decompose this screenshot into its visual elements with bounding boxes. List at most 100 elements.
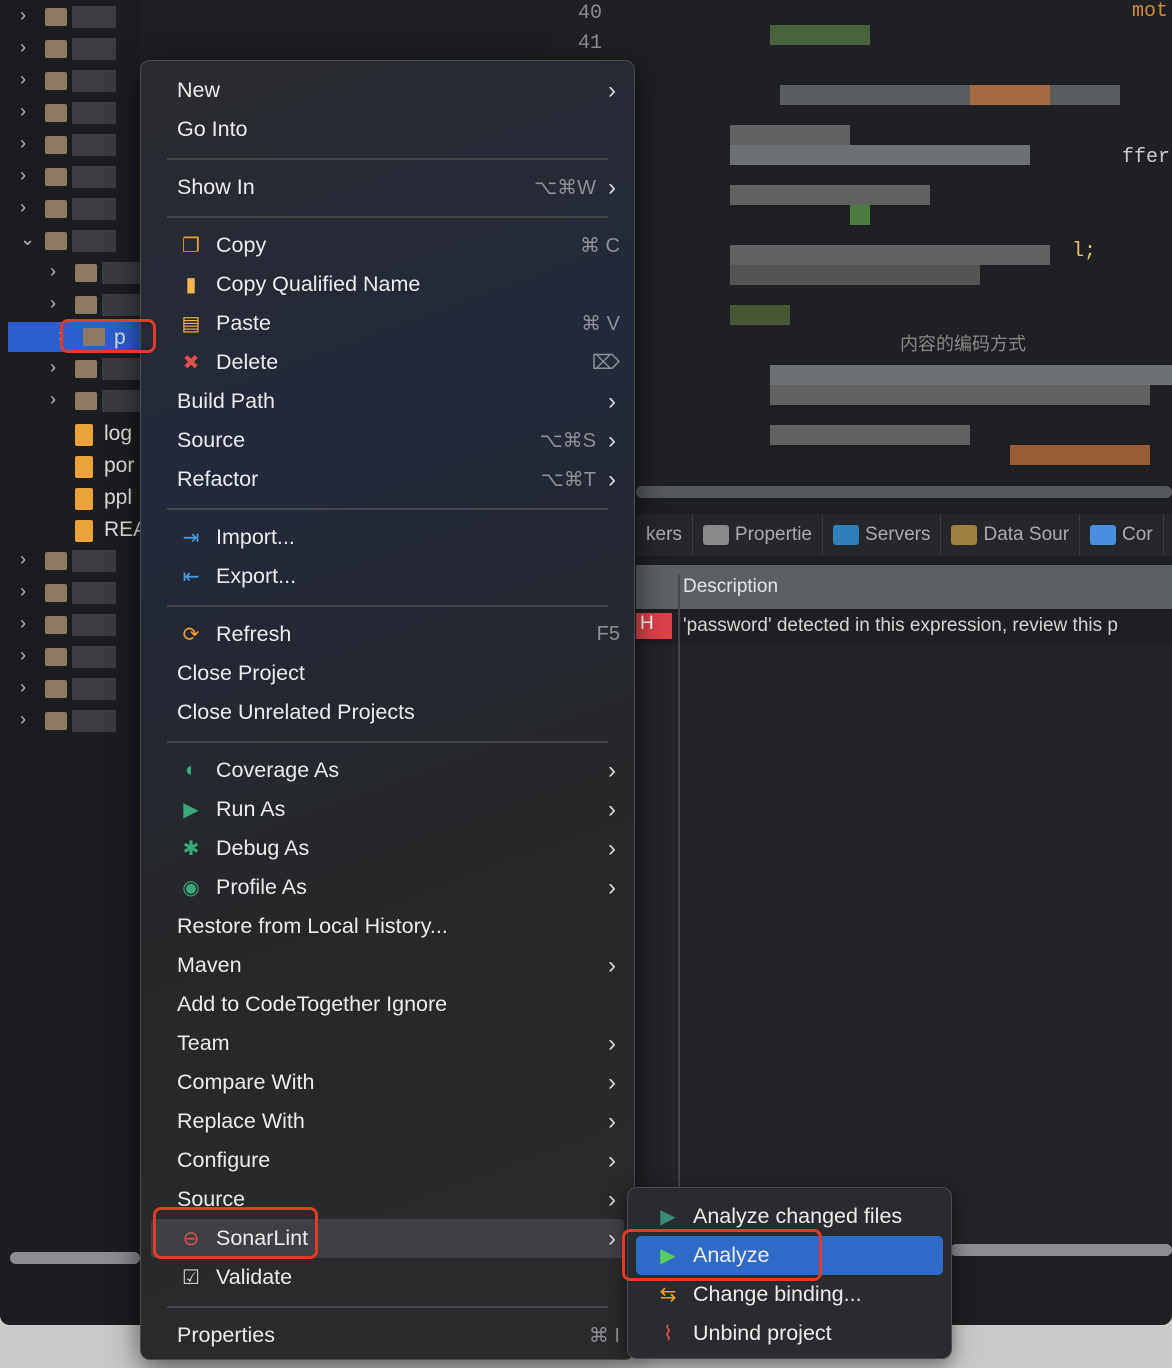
- menu-item-debug-as[interactable]: ✱ Debug As ›: [151, 829, 624, 868]
- menu-item-show-in[interactable]: Show In ⌥⌘W ›: [151, 168, 624, 207]
- menu-item-close-project[interactable]: Close Project: [151, 654, 624, 693]
- menu-item-new[interactable]: New ›: [151, 71, 624, 110]
- redacted-label: [72, 550, 116, 572]
- menu-item-coverage-as[interactable]: ◐ Coverage As ›: [151, 751, 624, 790]
- menu-item-profile-as[interactable]: ◉ Profile As ›: [151, 868, 624, 907]
- menu-item-copy-qualified-name[interactable]: ▮ Copy Qualified Name: [151, 265, 624, 304]
- menu-item-label: Delete: [216, 350, 279, 374]
- tree-item[interactable]: REA: [0, 514, 147, 544]
- tree-item[interactable]: por: [0, 450, 140, 480]
- delete-icon: ✖: [182, 352, 200, 374]
- menu-item-copy[interactable]: ❐ Copy ⌘ C: [151, 226, 624, 265]
- tree-item[interactable]: ›: [0, 130, 140, 160]
- redacted-code: [770, 425, 970, 445]
- tree-item[interactable]: ›: [0, 610, 140, 640]
- tab-properties[interactable]: Propertie: [693, 514, 824, 556]
- change-binding-icon: ⇆: [659, 1284, 677, 1306]
- tab-data-source[interactable]: Data Sour: [941, 514, 1081, 556]
- redacted-code: [1010, 445, 1150, 465]
- menu-item-unbind-project[interactable]: ⌇ Unbind project: [636, 1314, 943, 1353]
- tree-item[interactable]: ⌄: [0, 226, 140, 256]
- menu-item-delete[interactable]: ✖ Delete ⌦: [151, 343, 624, 382]
- menu-item-maven[interactable]: Maven ›: [151, 946, 624, 985]
- menu-item-properties[interactable]: Properties ⌘ I: [151, 1316, 624, 1355]
- tree-item[interactable]: ›: [0, 706, 140, 736]
- tab-servers[interactable]: Servers: [823, 514, 942, 556]
- chevron-right-icon[interactable]: ›: [20, 5, 26, 26]
- tree-item[interactable]: ›: [0, 386, 146, 416]
- tree-item[interactable]: ppl: [0, 482, 140, 512]
- shortcut-label: ⌥⌘T: [540, 469, 596, 491]
- menu-item-build-path[interactable]: Build Path ›: [151, 382, 624, 421]
- chevron-right-icon[interactable]: ›: [20, 37, 26, 58]
- menu-item-label: Build Path: [177, 389, 276, 413]
- menu-item-source[interactable]: Source ⌥⌘S ›: [151, 421, 624, 460]
- menu-item-team[interactable]: Team ›: [151, 1024, 624, 1063]
- chevron-right-icon[interactable]: ›: [50, 261, 56, 282]
- menu-item-paste[interactable]: ▤ Paste ⌘ V: [151, 304, 624, 343]
- chevron-right-icon[interactable]: ›: [50, 389, 56, 410]
- project-icon: [45, 232, 67, 250]
- chevron-right-icon[interactable]: ›: [20, 165, 26, 186]
- redacted-label: [72, 230, 116, 252]
- tree-item[interactable]: ›: [0, 674, 140, 704]
- menu-item-go-into[interactable]: Go Into: [151, 110, 624, 149]
- tree-item[interactable]: ›: [0, 642, 140, 672]
- chevron-right-icon[interactable]: ›: [20, 709, 26, 730]
- column-description[interactable]: Description: [683, 576, 778, 598]
- tree-item[interactable]: ›: [0, 354, 146, 384]
- editor-horizontal-scrollbar[interactable]: [636, 486, 1172, 498]
- tree-item[interactable]: ›: [0, 2, 140, 32]
- menu-item-replace-with[interactable]: Replace With ›: [151, 1102, 624, 1141]
- table-row[interactable]: H 'password' detected in this expression…: [636, 609, 1172, 645]
- project-icon: [75, 456, 93, 478]
- chevron-down-icon[interactable]: ⌄: [20, 229, 35, 250]
- redacted-code: [970, 85, 1050, 105]
- chevron-right-icon: ›: [608, 951, 616, 979]
- project-icon: [45, 168, 67, 186]
- menu-item-refactor[interactable]: Refactor ⌥⌘T ›: [151, 460, 624, 499]
- chevron-right-icon[interactable]: ›: [20, 581, 26, 602]
- menu-item-close-unrelated-projects[interactable]: Close Unrelated Projects: [151, 693, 624, 732]
- chevron-right-icon: ›: [608, 1029, 616, 1057]
- menu-item-import[interactable]: ⇥ Import...: [151, 518, 624, 557]
- menu-item-configure[interactable]: Configure ›: [151, 1141, 624, 1180]
- tree-item[interactable]: log: [0, 418, 140, 448]
- tree-item[interactable]: ›: [0, 194, 140, 224]
- chevron-right-icon[interactable]: ›: [20, 613, 26, 634]
- tree-item[interactable]: ›: [0, 546, 140, 576]
- menu-item-restore-from-local-history[interactable]: Restore from Local History...: [151, 907, 624, 946]
- menu-item-validate[interactable]: ☑ Validate: [151, 1258, 624, 1297]
- tree-item[interactable]: ›: [0, 66, 140, 96]
- tab-markers[interactable]: kers: [636, 514, 693, 556]
- menu-item-compare-with[interactable]: Compare With ›: [151, 1063, 624, 1102]
- chevron-right-icon[interactable]: ›: [50, 357, 56, 378]
- menu-item-refresh[interactable]: ⟳ Refresh F5: [151, 615, 624, 654]
- tab-console[interactable]: Cor: [1080, 514, 1164, 556]
- menu-item-label: Change binding...: [693, 1282, 862, 1306]
- tree-item[interactable]: ›: [0, 162, 140, 192]
- menu-item-add-to-codetogether-ignore[interactable]: Add to CodeTogether Ignore: [151, 985, 624, 1024]
- chevron-right-icon[interactable]: ›: [20, 101, 26, 122]
- chevron-right-icon[interactable]: ›: [20, 645, 26, 666]
- chevron-right-icon[interactable]: ›: [20, 197, 26, 218]
- tree-item[interactable]: ›: [0, 98, 140, 128]
- tree-item[interactable]: ›: [0, 258, 146, 288]
- redacted-label: [72, 6, 116, 28]
- chevron-right-icon[interactable]: ›: [20, 677, 26, 698]
- menu-item-label: Copy Qualified Name: [216, 272, 421, 296]
- tree-scrollbar[interactable]: [10, 1252, 140, 1264]
- panel-scrollbar[interactable]: [950, 1244, 1172, 1256]
- chevron-right-icon: ›: [608, 387, 616, 415]
- tree-item[interactable]: ›: [0, 578, 140, 608]
- chevron-right-icon[interactable]: ›: [20, 133, 26, 154]
- refresh-icon: ⟳: [182, 624, 200, 646]
- chevron-right-icon[interactable]: ›: [20, 69, 26, 90]
- tree-item[interactable]: ›: [0, 34, 140, 64]
- tree-item-label: ppl: [104, 486, 133, 509]
- menu-item-export[interactable]: ⇤ Export...: [151, 557, 624, 596]
- tree-item[interactable]: ›: [0, 290, 146, 320]
- chevron-right-icon[interactable]: ›: [20, 549, 26, 570]
- menu-item-run-as[interactable]: ▶ Run As ›: [151, 790, 624, 829]
- chevron-right-icon[interactable]: ›: [50, 293, 56, 314]
